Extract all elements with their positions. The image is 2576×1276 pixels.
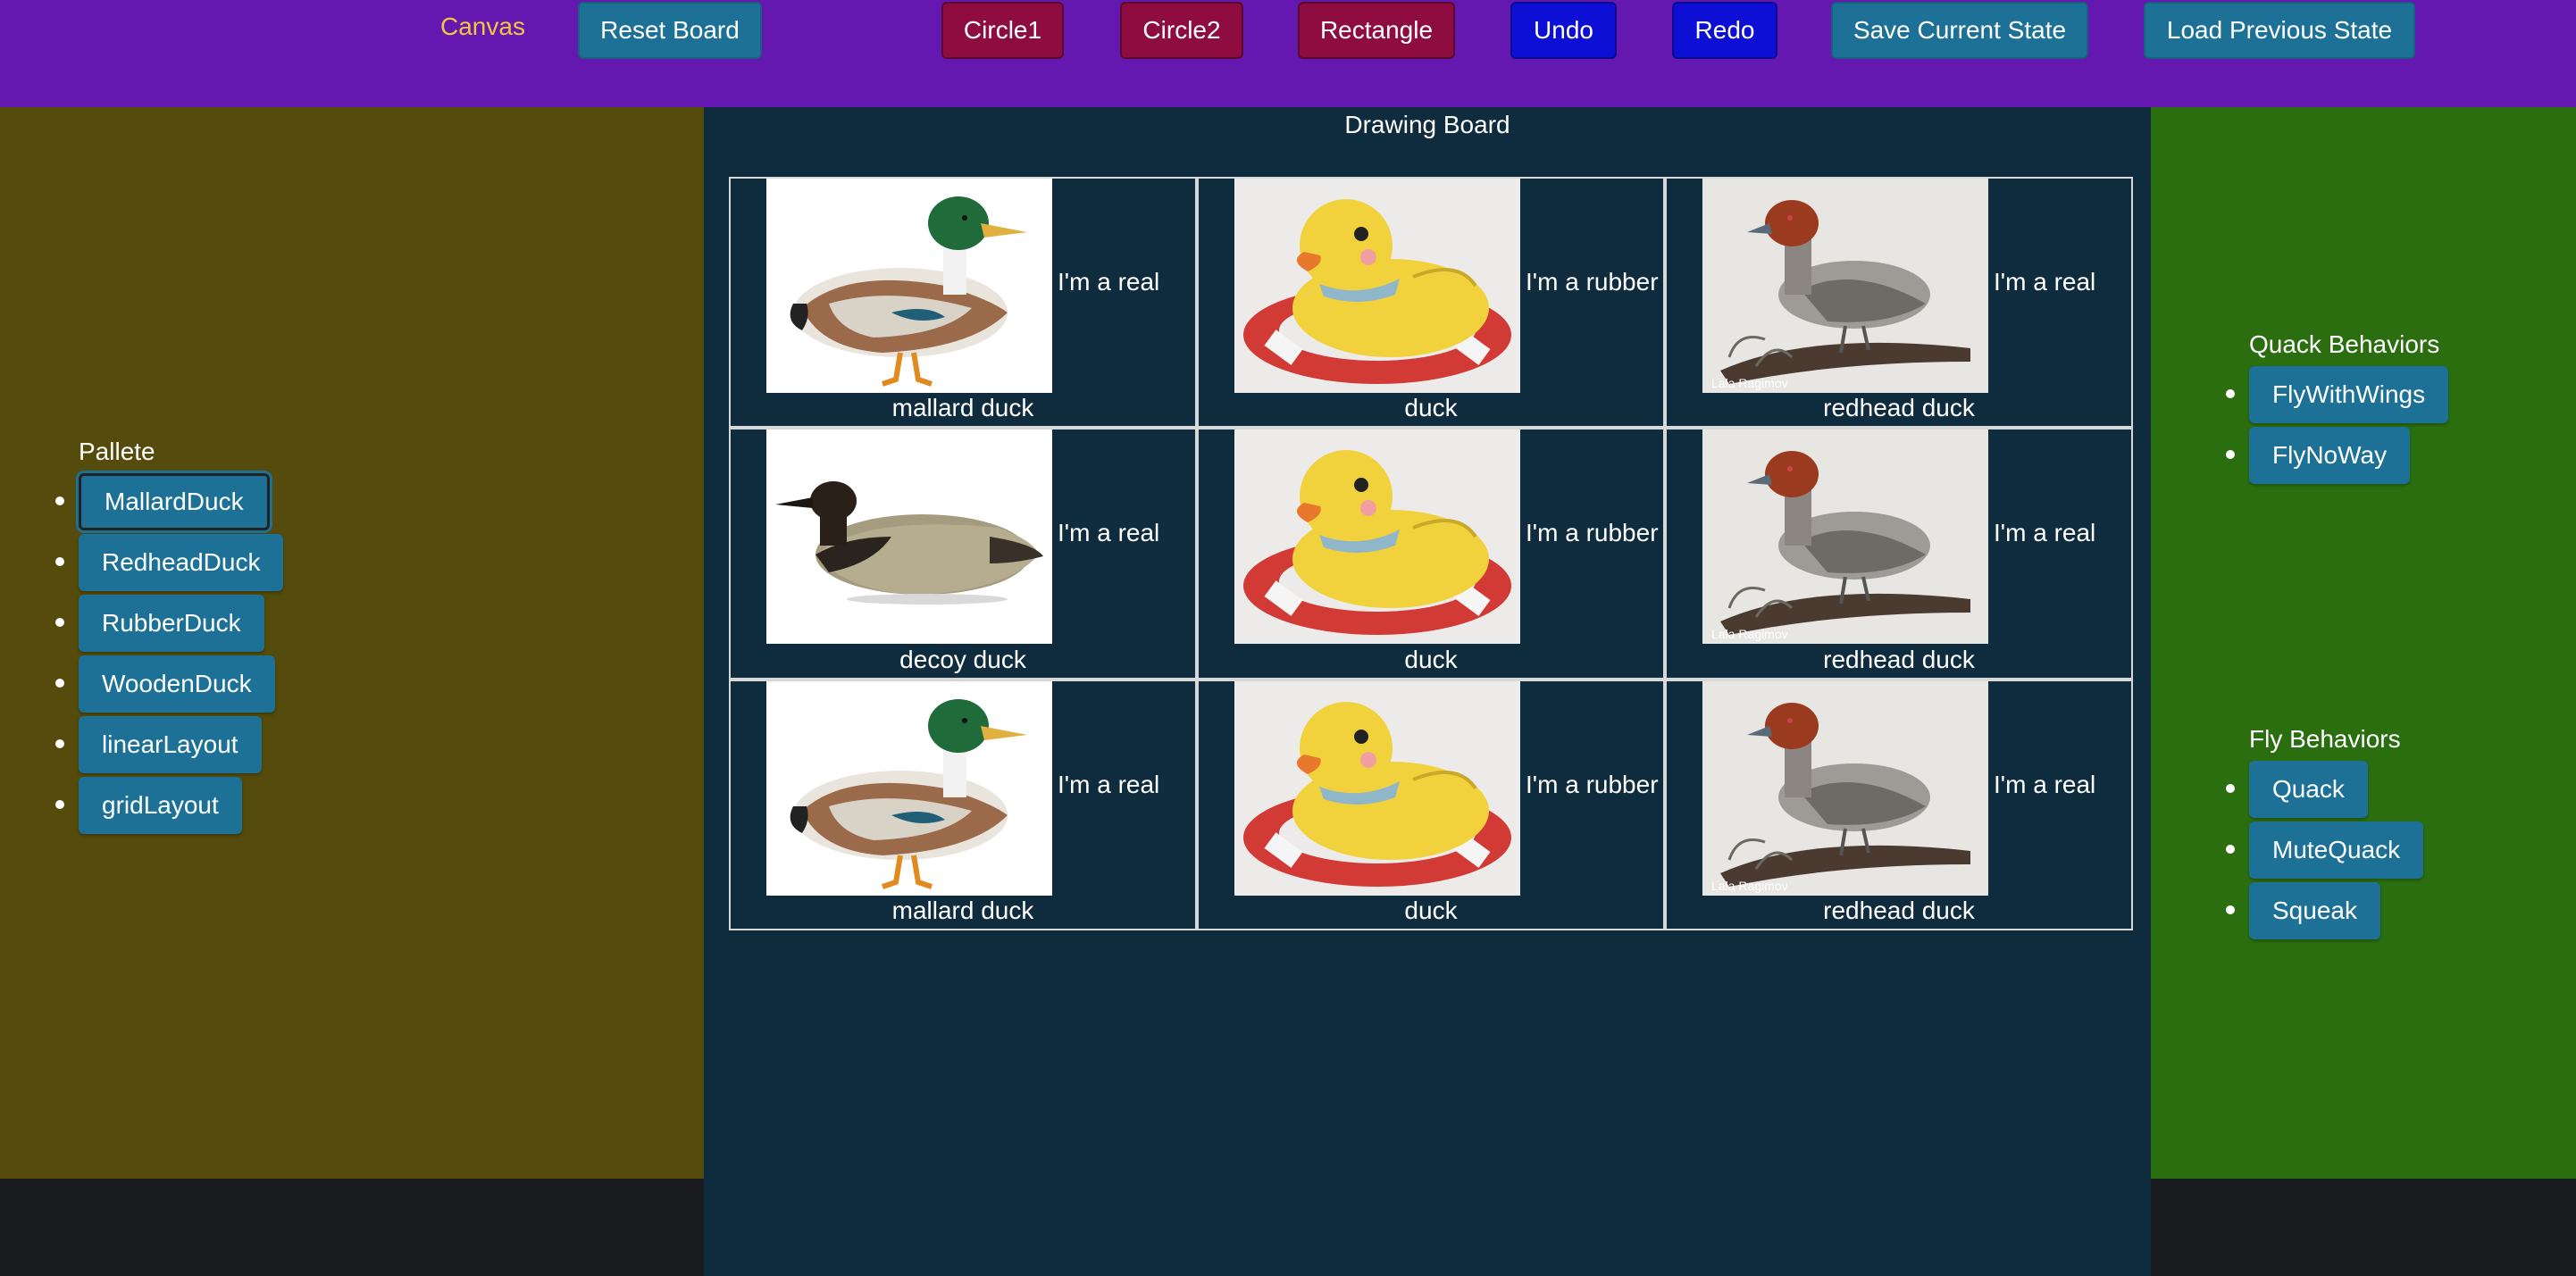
duck-speech: I'm a real <box>1994 519 2096 547</box>
app-brand[interactable]: Canvas <box>440 13 525 41</box>
palette-grid-layout-button[interactable]: gridLayout <box>79 777 242 834</box>
circle2-button[interactable]: Circle2 <box>1120 2 1243 59</box>
duck-cell[interactable]: I'm a rubber duck <box>1199 179 1663 427</box>
duck-speech: I'm a real <box>1058 770 1160 798</box>
duck-name: redhead duck <box>1823 645 1975 673</box>
save-state-button[interactable]: Save Current State <box>1831 2 2088 59</box>
duck-cell[interactable]: I'm a real mallard duck <box>731 680 1195 929</box>
duck-cell[interactable]: Lala Ragimov I'm a real redhead duck <box>1667 179 2131 427</box>
fly-no-way-button[interactable]: FlyNoWay <box>2249 427 2411 484</box>
duck-cell[interactable]: Lala Ragimov I'm a real redhead duck <box>1667 680 2131 929</box>
duck-speech: I'm a real <box>1994 268 2096 296</box>
reset-board-button[interactable]: Reset Board <box>578 2 762 59</box>
duck-name: mallard duck <box>891 897 1034 924</box>
duck-cell[interactable]: I'm a rubber duck <box>1199 680 1663 929</box>
palette-wooden-duck-button[interactable]: WoodenDuck <box>79 655 275 713</box>
undo-button[interactable]: Undo <box>1510 2 1617 59</box>
fly-with-wings-button[interactable]: FlyWithWings <box>2249 366 2449 423</box>
duck-speech: I'm a real <box>1058 268 1160 296</box>
palette-mallard-duck-button[interactable]: MallardDuck <box>76 471 272 533</box>
palette-rubber-duck-button[interactable]: RubberDuck <box>79 595 264 652</box>
decoy-duck-image <box>766 430 1052 644</box>
mallard-duck-image <box>766 179 1052 393</box>
behaviors-panel: Quack Behaviors FlyWithWings FlyNoWay Fl… <box>2151 107 2576 1179</box>
redhead-duck-image: Lala Ragimov <box>1702 179 1988 393</box>
redhead-duck-image: Lala Ragimov <box>1702 430 1988 644</box>
image-credit: Lala Ragimov <box>1711 879 1788 893</box>
rubber-duck-image <box>1234 681 1520 896</box>
duck-speech: I'm a real <box>1994 770 2096 798</box>
top-toolbar: Canvas Reset Board Circle1 Circle2 Recta… <box>0 0 2576 107</box>
duck-speech: I'm a rubber <box>1526 268 1659 296</box>
palette-redhead-duck-button[interactable]: RedheadDuck <box>79 534 284 591</box>
circle1-button[interactable]: Circle1 <box>941 2 1064 59</box>
board-title: Drawing Board <box>1344 111 1510 138</box>
quack-behaviors-title: Quack Behaviors <box>2249 330 2440 358</box>
redo-button[interactable]: Redo <box>1672 2 1777 59</box>
load-state-button[interactable]: Load Previous State <box>2144 2 2415 59</box>
palette-title: Pallete <box>79 438 155 465</box>
image-credit: Lala Ragimov <box>1711 376 1788 390</box>
drawing-board[interactable]: Drawing Board I'm a real mallard duck I'… <box>704 107 2151 1276</box>
rectangle-button[interactable]: Rectangle <box>1298 2 1455 59</box>
rubber-duck-image <box>1234 179 1520 393</box>
duck-grid: I'm a real mallard duck I'm a rubber duc… <box>729 177 2133 930</box>
duck-cell[interactable]: I'm a real decoy duck <box>731 430 1195 678</box>
duck-name: duck <box>1404 394 1458 422</box>
rubber-duck-image <box>1234 430 1520 644</box>
squeak-button[interactable]: Squeak <box>2249 882 2380 939</box>
duck-speech: I'm a rubber <box>1526 770 1659 798</box>
duck-cell[interactable]: I'm a rubber duck <box>1199 430 1663 678</box>
duck-name: duck <box>1404 645 1458 673</box>
quack-button[interactable]: Quack <box>2249 761 2368 818</box>
duck-speech: I'm a rubber <box>1526 519 1659 547</box>
duck-name: decoy duck <box>899 645 1026 673</box>
palette-linear-layout-button[interactable]: linearLayout <box>79 716 262 773</box>
duck-cell[interactable]: Lala Ragimov I'm a real redhead duck <box>1667 430 2131 678</box>
fly-behaviors-title: Fly Behaviors <box>2249 725 2401 753</box>
duck-name: redhead duck <box>1823 394 1975 422</box>
duck-name: duck <box>1404 897 1458 924</box>
duck-speech: I'm a real <box>1058 519 1160 547</box>
duck-name: redhead duck <box>1823 897 1975 924</box>
image-credit: Lala Ragimov <box>1711 627 1788 641</box>
redhead-duck-image: Lala Ragimov <box>1702 681 1988 896</box>
mute-quack-button[interactable]: MuteQuack <box>2249 821 2424 879</box>
mallard-duck-image <box>766 681 1052 896</box>
palette-panel: Pallete MallardDuck RedheadDuck RubberDu… <box>0 107 704 1179</box>
duck-name: mallard duck <box>891 394 1034 422</box>
duck-cell[interactable]: I'm a real mallard duck <box>731 179 1195 427</box>
